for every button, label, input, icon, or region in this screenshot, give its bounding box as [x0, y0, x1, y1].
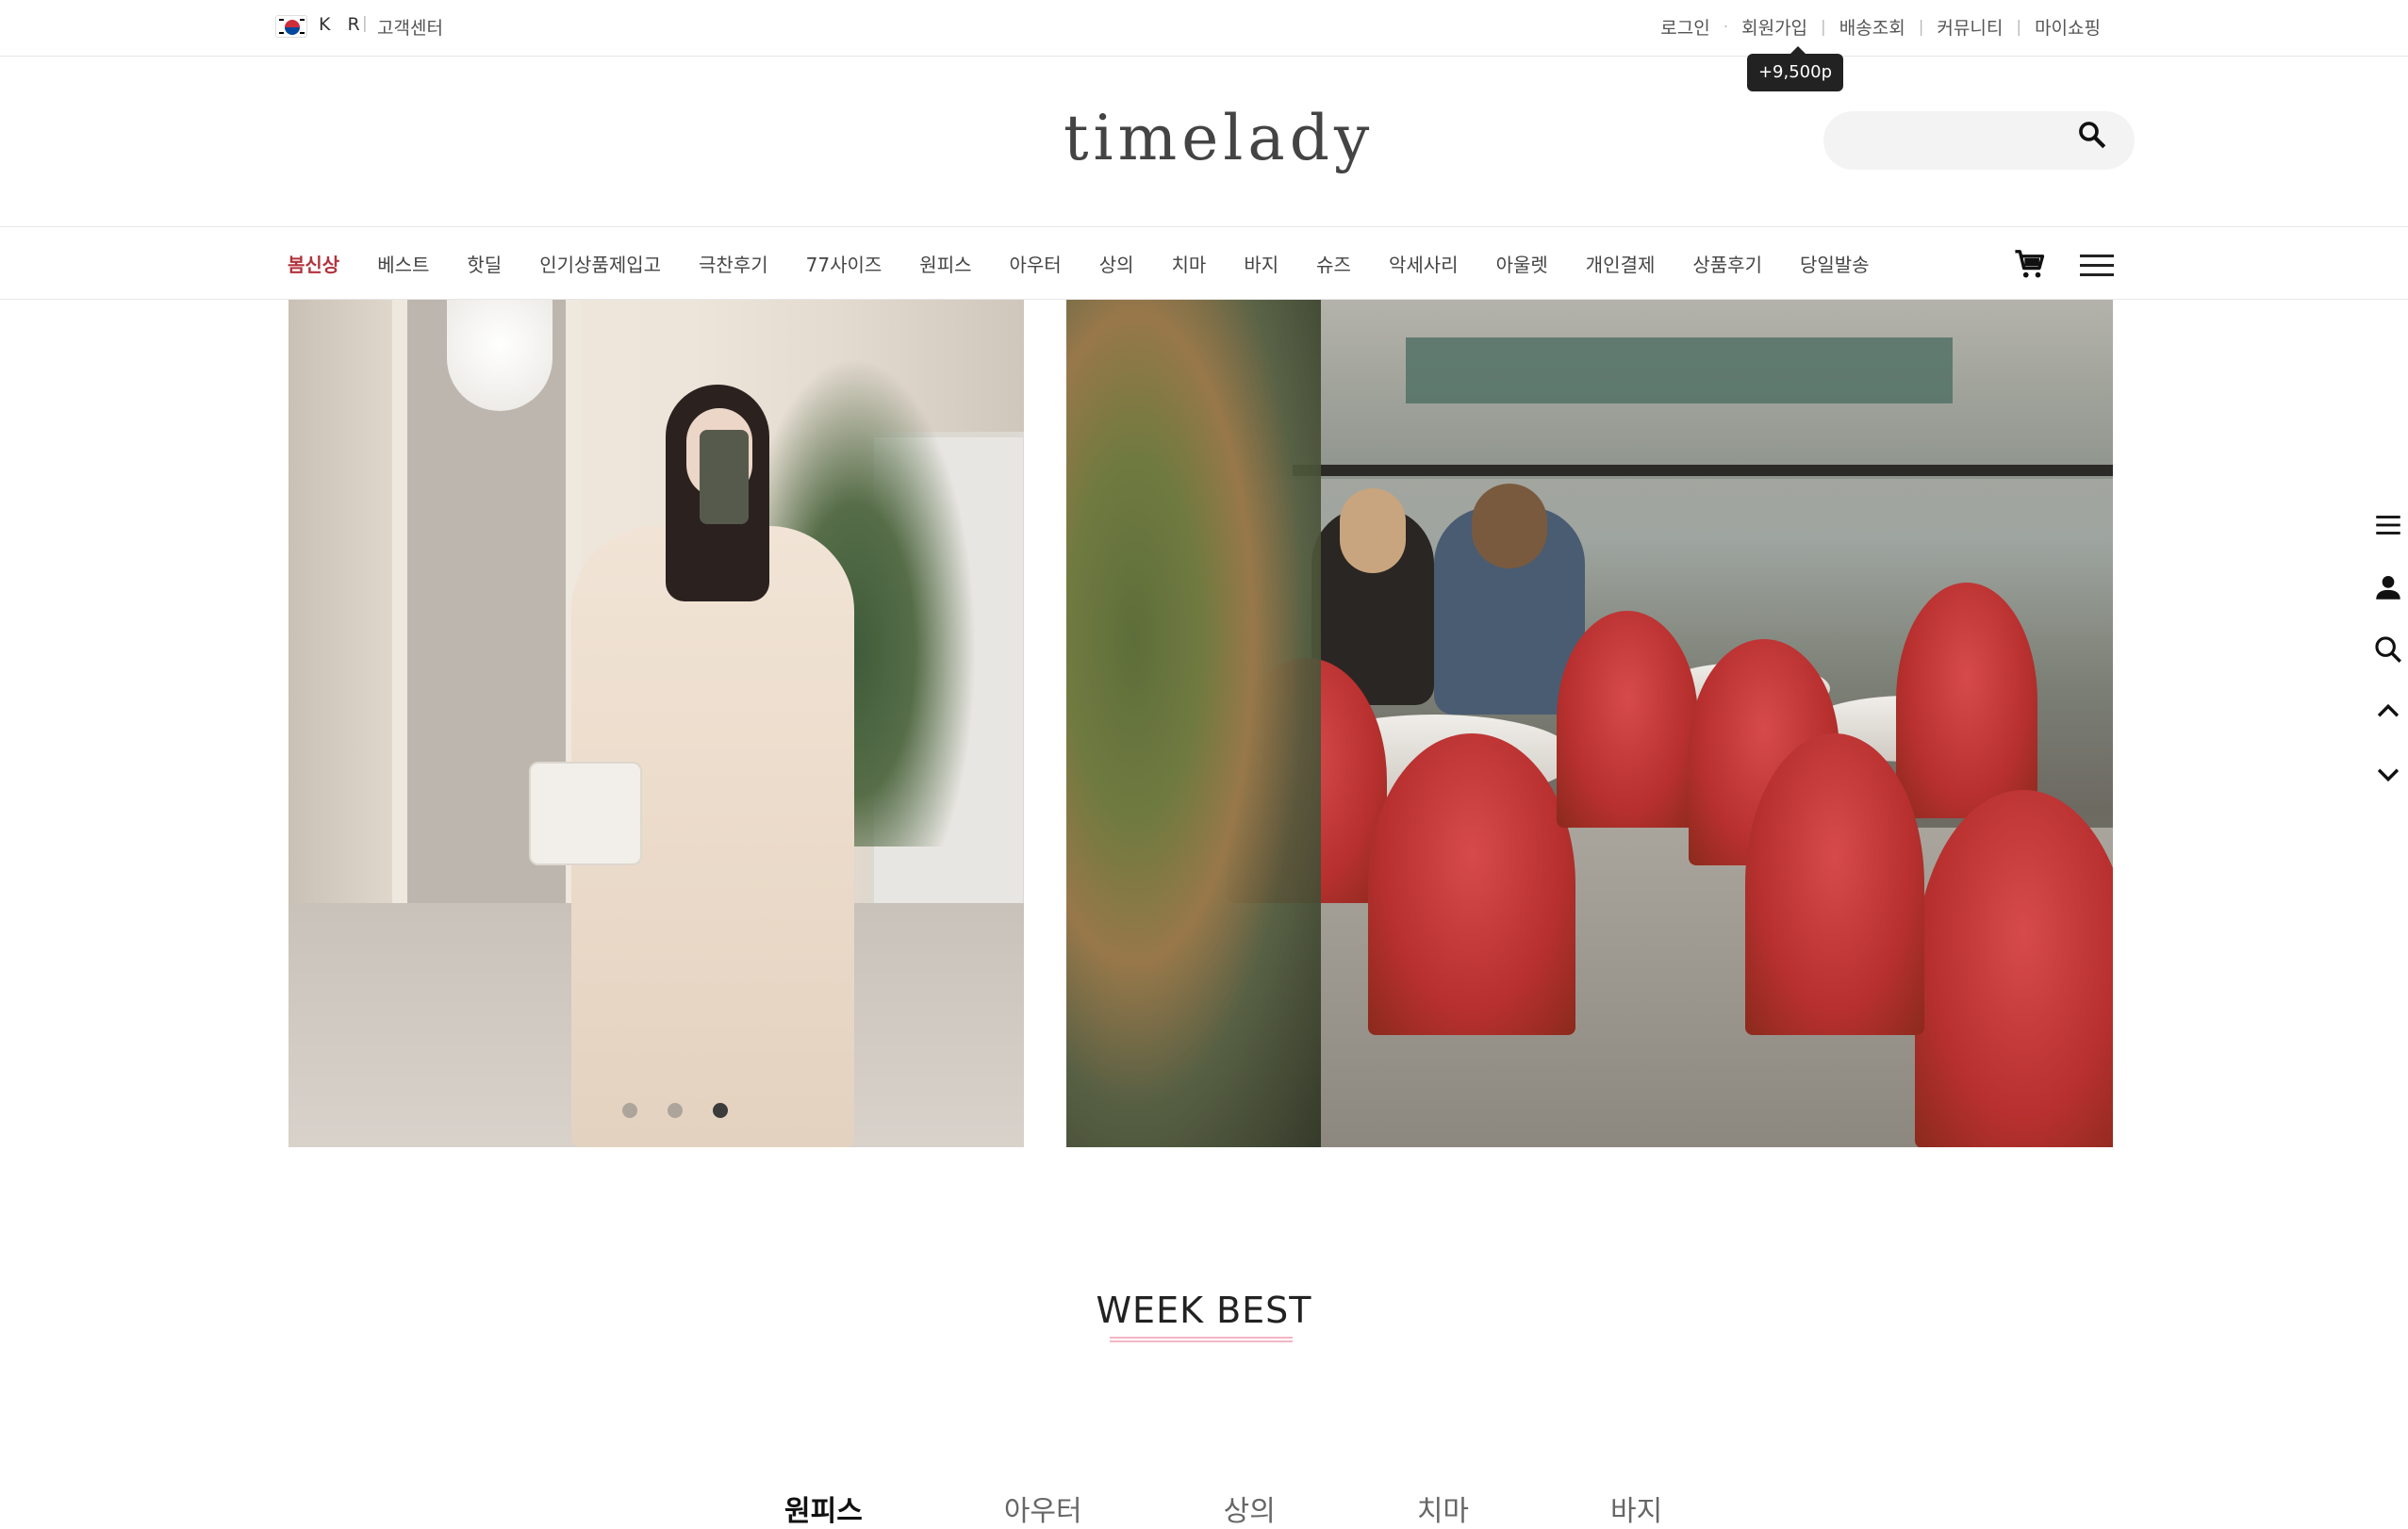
- tab-tops[interactable]: 상의: [1224, 1488, 1276, 1529]
- slider-dot-active[interactable]: [713, 1103, 728, 1118]
- customer-center-link[interactable]: 고객센터: [377, 14, 443, 40]
- hero-banner-slider[interactable]: [289, 300, 1024, 1147]
- tab-pants[interactable]: 바지: [1610, 1488, 1662, 1529]
- title-underline: [1110, 1337, 1293, 1342]
- plant-foliage: [1066, 300, 1321, 1147]
- divider: |: [2016, 17, 2022, 37]
- top-utility-bar: K R | 고객센터 로그인 · 회원가입 | 배송조회 | 커뮤니티 | 마이…: [0, 0, 2408, 57]
- language-selector[interactable]: K R: [319, 14, 366, 35]
- korea-flag-icon[interactable]: [275, 15, 307, 38]
- divider: |: [1918, 17, 1924, 37]
- chevron-up-icon[interactable]: [2372, 696, 2404, 728]
- slider-dot[interactable]: [622, 1103, 637, 1118]
- order-tracking-link[interactable]: 배송조회: [1839, 14, 1905, 40]
- tab-outer[interactable]: 아우터: [1004, 1488, 1082, 1529]
- menu-icon[interactable]: [2372, 509, 2404, 541]
- login-link[interactable]: 로그인: [1660, 14, 1709, 40]
- chevron-down-icon[interactable]: [2372, 758, 2404, 790]
- nav-item-size-77[interactable]: 77사이즈: [806, 250, 882, 277]
- search-input[interactable]: [1846, 124, 2053, 156]
- divider: |: [1821, 17, 1826, 37]
- divider: ·: [1723, 17, 1729, 37]
- nav-item-outlet[interactable]: 아울렛: [1496, 250, 1548, 277]
- tab-skirts[interactable]: 치마: [1417, 1488, 1469, 1529]
- join-link[interactable]: 회원가입: [1741, 14, 1807, 40]
- section-title-week-best: WEEK BEST: [1096, 1290, 1312, 1331]
- cart-icon[interactable]: [2014, 249, 2046, 281]
- lamp-illustration: [447, 300, 553, 411]
- nav-item-new-spring[interactable]: 봄신상: [288, 250, 339, 277]
- slider-pagination: [622, 1103, 728, 1118]
- nav-item-skirts[interactable]: 치마: [1172, 250, 1207, 277]
- tab-onepiece[interactable]: 원피스: [784, 1488, 863, 1529]
- hamburger-menu-icon[interactable]: [2080, 255, 2114, 279]
- nav-item-tops[interactable]: 상의: [1099, 250, 1134, 277]
- nav-item-pants[interactable]: 바지: [1244, 250, 1278, 277]
- nav-item-personal-payment[interactable]: 개인결제: [1586, 250, 1656, 277]
- quick-side-bar: [2372, 509, 2404, 820]
- community-link[interactable]: 커뮤니티: [1937, 14, 2003, 40]
- slider-dot[interactable]: [668, 1103, 683, 1118]
- category-menu: 봄신상 베스트 핫딜 인기상품제입고 극찬후기 77사이즈 원피스 아우터 상의…: [288, 250, 1907, 277]
- user-icon[interactable]: [2372, 571, 2404, 603]
- account-links: 로그인 · 회원가입 | 배송조회 | 커뮤니티 | 마이쇼핑: [1660, 14, 2101, 40]
- nav-item-restock[interactable]: 인기상품제입고: [539, 250, 661, 277]
- nav-item-same-day[interactable]: 당일발송: [1800, 250, 1870, 277]
- divider: |: [362, 14, 368, 33]
- my-shopping-link[interactable]: 마이쇼핑: [2035, 14, 2101, 40]
- search-icon[interactable]: [2076, 119, 2108, 151]
- nav-item-outer[interactable]: 아우터: [1010, 250, 1062, 277]
- nav-item-top-reviews[interactable]: 극찬후기: [699, 250, 768, 277]
- week-best-category-tabs: 원피스 아우터 상의 치마 바지: [784, 1488, 1804, 1529]
- nav-item-shoes[interactable]: 슈즈: [1316, 250, 1351, 277]
- site-logo[interactable]: timelady: [1064, 102, 1374, 174]
- nav-item-best[interactable]: 베스트: [377, 250, 429, 277]
- nav-item-accessories[interactable]: 악세사리: [1389, 250, 1459, 277]
- nav-item-hot-deal[interactable]: 핫딜: [467, 250, 502, 277]
- search-icon[interactable]: [2372, 633, 2404, 666]
- nav-item-onepiece[interactable]: 원피스: [919, 250, 971, 277]
- hero-banner-cafe-photo[interactable]: [1066, 300, 2113, 1147]
- nav-item-product-reviews[interactable]: 상품후기: [1692, 250, 1762, 277]
- join-points-tooltip: +9,500p: [1747, 46, 1843, 91]
